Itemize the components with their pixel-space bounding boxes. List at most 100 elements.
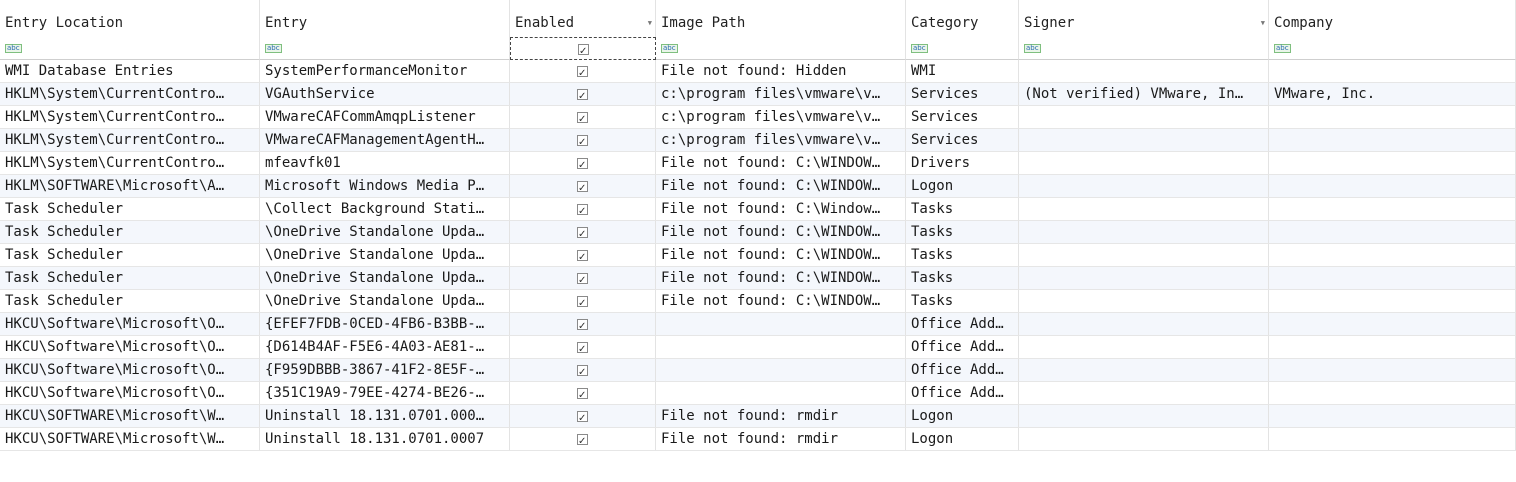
cell-signer: [1019, 175, 1269, 198]
cell-image-path: File not found: C:\WINDOW…: [656, 152, 906, 175]
cell-enabled[interactable]: [510, 60, 656, 83]
enabled-checkbox[interactable]: [577, 408, 588, 427]
cell-enabled[interactable]: [510, 244, 656, 267]
enabled-checkbox[interactable]: [577, 63, 588, 82]
column-header-label: Image Path: [661, 15, 746, 31]
cell-enabled[interactable]: [510, 290, 656, 313]
cell-image-path: File not found: C:\WINDOW…: [656, 244, 906, 267]
column-header-label: Entry Location: [5, 15, 124, 31]
enabled-checkbox[interactable]: [577, 201, 588, 220]
cell-enabled[interactable]: [510, 405, 656, 428]
column-header-entry-location[interactable]: Entry Location: [0, 0, 260, 37]
table-row[interactable]: Task Scheduler \OneDrive Standalone Upda……: [0, 221, 1516, 244]
enabled-checkbox[interactable]: [577, 431, 588, 450]
table-row[interactable]: HKLM\System\CurrentContro…VGAuthService c…: [0, 83, 1516, 106]
column-header-company[interactable]: Company: [1269, 0, 1516, 37]
cell-entry: {D614B4AF-F5E6-4A03-AE81-…: [260, 336, 510, 359]
filter-cell-entry-location[interactable]: abc: [0, 37, 260, 60]
enabled-checkbox[interactable]: [577, 178, 588, 197]
enabled-checkbox[interactable]: [577, 385, 588, 404]
table-row[interactable]: HKCU\Software\Microsoft\O… {EFEF7FDB-0CED…: [0, 313, 1516, 336]
table-row[interactable]: HKCU\SOFTWARE\Microsoft\W… Uninstall 18.1…: [0, 405, 1516, 428]
filter-cell-category[interactable]: abc: [906, 37, 1019, 60]
filter-cell-enabled[interactable]: [510, 37, 656, 60]
table-row[interactable]: Task Scheduler \Collect Background Stati……: [0, 198, 1516, 221]
filter-cell-entry[interactable]: abc: [260, 37, 510, 60]
cell-signer: [1019, 152, 1269, 175]
column-header-signer[interactable]: Signer ▼: [1019, 0, 1269, 37]
cell-signer: [1019, 129, 1269, 152]
cell-enabled[interactable]: [510, 129, 656, 152]
abc-text-filter-icon[interactable]: abc: [265, 43, 282, 53]
cell-enabled[interactable]: [510, 382, 656, 405]
cell-entry: {EFEF7FDB-0CED-4FB6-B3BB-…: [260, 313, 510, 336]
cell-enabled[interactable]: [510, 175, 656, 198]
enabled-checkbox[interactable]: [577, 109, 588, 128]
enabled-checkbox[interactable]: [577, 155, 588, 174]
cell-company: [1269, 221, 1516, 244]
cell-entry-location: HKCU\SOFTWARE\Microsoft\W…: [0, 405, 260, 428]
cell-enabled[interactable]: [510, 198, 656, 221]
cell-image-path: File not found: C:\WINDOW…: [656, 267, 906, 290]
filter-cell-company[interactable]: abc: [1269, 37, 1516, 60]
column-header-image-path[interactable]: Image Path: [656, 0, 906, 37]
cell-enabled[interactable]: [510, 83, 656, 106]
enabled-checkbox[interactable]: [577, 86, 588, 105]
abc-text-filter-icon[interactable]: abc: [1274, 43, 1291, 53]
cell-image-path: [656, 313, 906, 336]
cell-image-path: File not found: rmdir: [656, 428, 906, 451]
enabled-checkbox[interactable]: [577, 224, 588, 243]
table-row[interactable]: HKLM\System\CurrentContro…mfeavfk01 File …: [0, 152, 1516, 175]
enabled-checkbox[interactable]: [577, 339, 588, 358]
cell-enabled[interactable]: [510, 336, 656, 359]
enabled-checkbox[interactable]: [577, 270, 588, 289]
enabled-checkbox[interactable]: [577, 247, 588, 266]
table-row[interactable]: Task Scheduler \OneDrive Standalone Upda……: [0, 290, 1516, 313]
enabled-checkbox[interactable]: [577, 316, 588, 335]
cell-enabled[interactable]: [510, 106, 656, 129]
table-row[interactable]: HKCU\SOFTWARE\Microsoft\W… Uninstall 18.1…: [0, 428, 1516, 451]
enabled-checkbox[interactable]: [577, 293, 588, 312]
cell-company: [1269, 428, 1516, 451]
cell-enabled[interactable]: [510, 152, 656, 175]
cell-enabled[interactable]: [510, 267, 656, 290]
table-row[interactable]: WMI Database Entries SystemPerformanceMon…: [0, 60, 1516, 83]
enabled-checkbox[interactable]: [577, 362, 588, 381]
cell-company: [1269, 290, 1516, 313]
filter-funnel-icon[interactable]: ▼: [648, 12, 652, 34]
table-row[interactable]: HKLM\System\CurrentContro… VMwareCAFManag…: [0, 129, 1516, 152]
cell-entry: \OneDrive Standalone Upda…: [260, 244, 510, 267]
cell-signer: [1019, 359, 1269, 382]
cell-enabled[interactable]: [510, 428, 656, 451]
cell-category: WMI: [906, 60, 1019, 83]
enabled-filter-checkbox[interactable]: [578, 41, 589, 59]
table-row[interactable]: HKCU\Software\Microsoft\O… {351C19A9-79EE…: [0, 382, 1516, 405]
abc-text-filter-icon[interactable]: abc: [911, 43, 928, 53]
abc-text-filter-icon[interactable]: abc: [1024, 43, 1041, 53]
filter-funnel-icon[interactable]: ▼: [1261, 12, 1265, 34]
table-row[interactable]: HKLM\SOFTWARE\Microsoft\A… Microsoft Wind…: [0, 175, 1516, 198]
cell-category: Tasks: [906, 244, 1019, 267]
table-row[interactable]: Task Scheduler \OneDrive Standalone Upda……: [0, 267, 1516, 290]
enabled-checkbox[interactable]: [577, 132, 588, 151]
cell-enabled[interactable]: [510, 313, 656, 336]
abc-text-filter-icon[interactable]: abc: [661, 43, 678, 53]
table-row[interactable]: HKCU\Software\Microsoft\O… {D614B4AF-F5E6…: [0, 336, 1516, 359]
cell-enabled[interactable]: [510, 221, 656, 244]
abc-text-filter-icon[interactable]: abc: [5, 43, 22, 53]
cell-entry: \OneDrive Standalone Upda…: [260, 221, 510, 244]
column-header-category[interactable]: Category: [906, 0, 1019, 37]
filter-cell-signer[interactable]: abc: [1019, 37, 1269, 60]
cell-signer: [1019, 198, 1269, 221]
filter-cell-image-path[interactable]: abc: [656, 37, 906, 60]
table-row[interactable]: HKLM\System\CurrentContro… VMwareCAFCommA…: [0, 106, 1516, 129]
cell-entry: Uninstall 18.131.0701.0007: [260, 428, 510, 451]
column-header-enabled[interactable]: Enabled ▼: [510, 0, 656, 37]
table-row[interactable]: HKCU\Software\Microsoft\O… {F959DBBB-3867…: [0, 359, 1516, 382]
cell-entry: \OneDrive Standalone Upda…: [260, 267, 510, 290]
cell-enabled[interactable]: [510, 359, 656, 382]
table-row[interactable]: Task Scheduler \OneDrive Standalone Upda……: [0, 244, 1516, 267]
column-header-entry[interactable]: Entry: [260, 0, 510, 37]
cell-category: Logon: [906, 428, 1019, 451]
cell-entry-location: Task Scheduler: [0, 267, 260, 290]
